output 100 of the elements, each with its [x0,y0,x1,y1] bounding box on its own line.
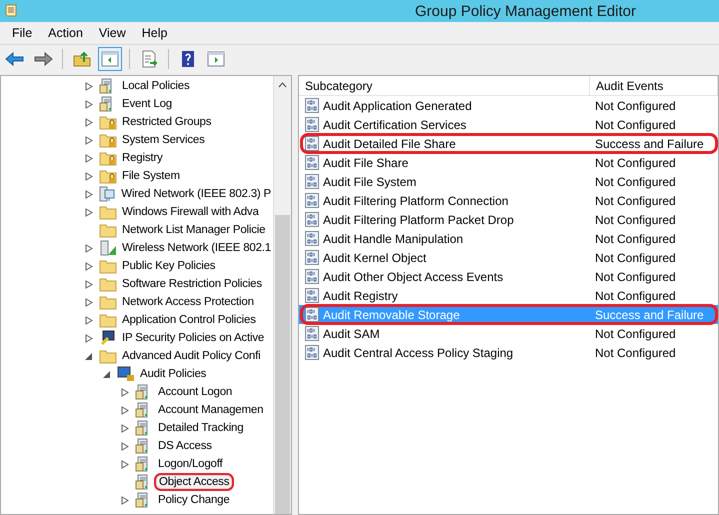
tree-item[interactable]: Audit Policies [138,367,208,381]
tree-item[interactable]: Software Restriction Policies [120,277,264,291]
tree-item[interactable]: Registry [120,151,165,165]
table-row[interactable]: Audit Filtering Platform Packet Drop Not Configured [299,210,718,229]
table-cell: Audit Handle Manipulation [323,232,464,246]
table-cell: Audit Other Object Access Events [323,270,504,284]
folder-icon [99,276,117,292]
table-row[interactable]: Audit Application Generated Not Configured [299,96,718,115]
wireless-network-icon [98,240,117,256]
table-cell: Audit Application Generated [323,98,472,112]
table-cell: Audit Kernel Object [323,250,426,264]
table-cell-text: Success and Failure [594,308,705,322]
menu-item[interactable]: Action [40,26,91,40]
binary-document-icon [305,117,319,132]
table-cell-text: Not Configured [594,118,677,132]
tree-item[interactable]: Network Access Protection [120,295,256,309]
table-cell-text: Not Configured [594,288,677,302]
table-row[interactable]: Audit File System Not Configured [299,172,718,191]
key-computer-icon [99,330,117,346]
table-cell: Audit Registry [323,288,398,302]
table-cell-text: Success and Failure [594,136,705,150]
binary-document-icon [305,307,319,322]
table-cell: Audit Certification Services [323,118,466,132]
table-row[interactable]: Audit Detailed File Share Success and Failure [299,134,718,153]
binary-document-icon [305,212,319,227]
folder-icon [99,312,117,328]
tree-item[interactable]: Account Logon [156,385,234,399]
tree-item[interactable]: Wired Network (IEEE 802.3) P [119,187,273,201]
tree-item[interactable]: Object Access [156,475,232,489]
menu-item[interactable]: Help [134,26,176,40]
tree-item[interactable]: Application Control Policies [120,313,258,327]
scrollbar[interactable] [273,76,291,514]
tree-item[interactable]: Local Policies [120,79,192,93]
table-cell: Audit File System [323,174,416,188]
locked-folder-icon [99,150,117,166]
binary-document-icon [305,345,319,360]
table-cell-text: Not Configured [594,212,677,226]
network-computer-icon [98,186,116,202]
binary-document-icon [305,155,319,170]
table-cell-text: Not Configured [594,194,677,208]
table-cell: Audit Removable Storage [323,308,460,322]
scroll-icon [3,3,19,19]
table-cell-text: Not Configured [594,156,677,170]
column-header[interactable]: Audit Events [590,76,718,95]
table-cell-text: Not Configured [594,98,677,112]
window-title: Group Policy Management Editor [415,2,636,20]
binary-document-icon [305,288,319,303]
tree-item[interactable]: Account Managemen [156,403,266,417]
binary-document-icon [305,326,319,341]
table-cell-text: Not Configured [594,250,677,264]
folder-icon [99,348,117,364]
table-row[interactable]: Audit Certification Services Not Configured [299,115,718,134]
tree-item[interactable]: Wireless Network (IEEE 802.1 [120,241,273,255]
table-row[interactable]: Audit Other Object Access Events Not Configured [299,267,718,286]
tree-item[interactable]: Policy Change [156,493,232,507]
table-row[interactable]: Audit Kernel Object Not Configured [299,248,718,267]
folder-icon [99,204,117,220]
table-row[interactable]: Audit Filtering Platform Connection Not Configured [299,191,718,210]
locked-folder-icon [99,168,117,184]
tree-item[interactable]: Event Log [120,97,174,111]
tree-pane-icon[interactable] [98,47,122,71]
table-cell: Audit Filtering Platform Connection [323,194,508,208]
menu-item[interactable]: File [4,26,40,40]
tree-item[interactable]: DS Access [156,439,214,453]
binary-document-icon [305,231,319,246]
computer-lock-icon [117,366,135,382]
locked-folder-icon [99,114,117,130]
menu-item[interactable]: View [90,26,134,40]
scrollbar-thumb[interactable] [275,215,290,514]
tree-item[interactable]: Advanced Audit Policy Confi [120,349,262,363]
binary-document-icon [305,174,319,189]
table-row[interactable]: Audit Central Access Policy Staging Not Configured [299,343,718,362]
table-cell-text: Not Configured [594,270,677,284]
binary-document-icon [305,250,319,265]
binary-document-icon [305,193,319,208]
tree-item[interactable]: Logon/Logoff [156,457,225,471]
tree-item[interactable]: Detailed Tracking [156,421,246,435]
table-cell: Audit Detailed File Share [323,136,456,150]
folder-icon [99,294,117,310]
binary-document-icon [305,98,319,113]
table-row[interactable]: Audit SAM Not Configured [299,324,718,343]
tree-item[interactable]: Public Key Policies [120,259,218,273]
locked-folder-icon [99,132,117,148]
table-cell: Audit SAM [323,326,380,340]
table-cell: Audit Central Access Policy Staging [323,346,514,360]
binary-document-icon [305,136,319,151]
tree-item[interactable]: Network List Manager Policie [120,223,268,237]
column-header[interactable]: Subcategory [299,76,590,95]
table-row[interactable]: Audit Handle Manipulation Not Configured [299,229,718,248]
table-cell-text: Not Configured [594,346,677,360]
tree-item[interactable]: File System [120,169,182,183]
tree-item[interactable]: IP Security Policies on Active [120,331,266,345]
table-row[interactable]: Audit Registry Not Configured [299,286,718,305]
table-row[interactable]: Audit File Share Not Configured [299,153,718,172]
table-cell-text: Not Configured [594,174,677,188]
tree-item[interactable]: System Services [120,133,207,147]
table-cell-text: Not Configured [594,232,677,246]
tree-item[interactable]: Restricted Groups [120,115,214,129]
tree-item[interactable]: Windows Firewall with Adva [120,205,261,219]
table-cell-text: Not Configured [594,326,677,340]
